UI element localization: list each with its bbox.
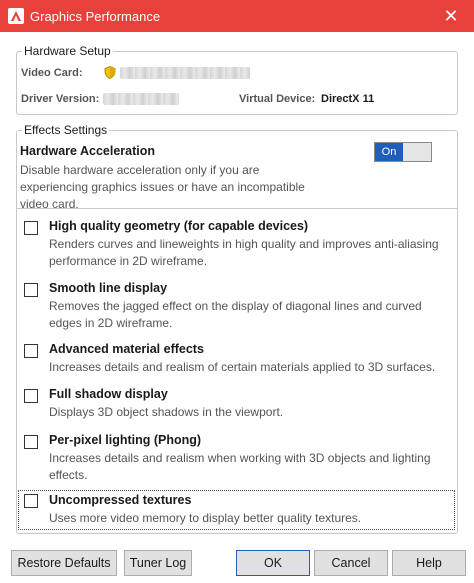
high-quality-geometry-checkbox[interactable] (24, 221, 38, 235)
ok-label: OK (263, 556, 283, 570)
smooth-line-display-title: Smooth line display (49, 281, 168, 295)
option-high-quality-geometry: High quality geometry (for capable devic… (17, 219, 457, 269)
hardware-acceleration-toggle[interactable]: On (374, 142, 432, 162)
uncompressed-textures-description: Uses more video memory to display better… (49, 511, 362, 525)
uncompressed-textures-checkbox[interactable] (24, 494, 38, 508)
option-full-shadow-display: Full shadow display Displays 3D object s… (17, 387, 457, 421)
full-shadow-display-checkbox[interactable] (24, 389, 38, 403)
option-per-pixel-lighting: Per-pixel lighting (Phong) Increases det… (17, 433, 457, 483)
effects-divider (17, 208, 457, 209)
effects-settings-legend: Effects Settings (22, 123, 110, 137)
per-pixel-lighting-description: Increases details and realism when worki… (49, 451, 431, 482)
per-pixel-lighting-title: Per-pixel lighting (Phong) (49, 433, 202, 447)
tuner-log-button[interactable]: Tuner Log (124, 550, 192, 576)
toggle-thumb (403, 143, 431, 161)
high-quality-geometry-title: High quality geometry (for capable devic… (49, 219, 309, 233)
full-shadow-display-description: Displays 3D object shadows in the viewpo… (49, 405, 284, 419)
option-uncompressed-textures: Uncompressed textures Uses more video me… (18, 490, 455, 530)
hardware-setup-legend: Hardware Setup (22, 44, 113, 58)
close-icon: ✕ (443, 5, 459, 26)
high-quality-geometry-description: Renders curves and lineweights in high q… (49, 237, 439, 268)
cancel-button[interactable]: Cancel (314, 550, 388, 576)
effects-settings-group: Effects Settings Hardware Acceleration D… (16, 123, 458, 534)
hardware-setup-group: Hardware Setup Video Card: Driver Versio… (16, 44, 458, 115)
title-bar: Graphics Performance ✕ (0, 0, 474, 32)
virtual-device-label: Virtual Device: (239, 93, 316, 105)
dialog-body: Hardware Setup Video Card: Driver Versio… (0, 32, 474, 583)
close-button[interactable]: ✕ (428, 0, 474, 32)
advanced-material-effects-checkbox[interactable] (24, 344, 38, 358)
help-button[interactable]: Help (392, 550, 466, 576)
cancel-label: Cancel (331, 556, 371, 570)
smooth-line-display-description: Removes the jagged effect on the display… (49, 299, 422, 330)
restore-defaults-label: Restore Defaults (17, 556, 111, 570)
hardware-acceleration-description: Disable hardware acceleration only if yo… (20, 163, 305, 211)
virtual-device-value: DirectX 11 (321, 93, 375, 105)
video-card-value-redacted (120, 67, 250, 79)
ok-button[interactable]: OK (236, 550, 310, 576)
driver-version-label: Driver Version: (21, 93, 100, 105)
full-shadow-display-title: Full shadow display (49, 387, 168, 401)
restore-defaults-button[interactable]: Restore Defaults (11, 550, 117, 576)
autocad-logo-icon (8, 8, 24, 24)
advanced-material-effects-title: Advanced material effects (49, 342, 204, 356)
uncompressed-textures-title: Uncompressed textures (49, 493, 192, 507)
option-advanced-material-effects: Advanced material effects Increases deta… (17, 342, 457, 376)
hardware-acceleration-title: Hardware Acceleration (20, 144, 156, 158)
window-title: Graphics Performance (30, 8, 161, 24)
per-pixel-lighting-checkbox[interactable] (24, 435, 38, 449)
driver-version-value-redacted (103, 93, 179, 105)
shield-icon (104, 66, 116, 79)
advanced-material-effects-description: Increases details and realism of certain… (49, 360, 436, 374)
help-label: Help (416, 556, 442, 570)
tuner-log-label: Tuner Log (129, 556, 187, 570)
smooth-line-display-checkbox[interactable] (24, 283, 38, 297)
toggle-on-label: On (375, 143, 403, 161)
option-smooth-line-display: Smooth line display Removes the jagged e… (17, 281, 457, 331)
video-card-label: Video Card: (21, 67, 83, 79)
